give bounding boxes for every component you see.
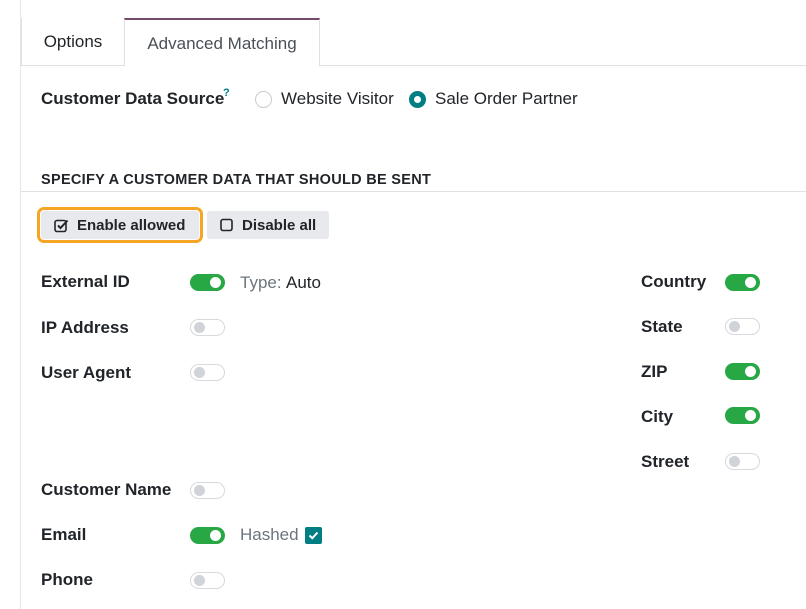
customer-name-label: Customer Name xyxy=(41,480,172,499)
help-tooltip-icon[interactable]: ? xyxy=(223,87,230,99)
section-divider xyxy=(21,191,806,192)
email-label: Email xyxy=(41,525,87,544)
tab-options[interactable]: Options xyxy=(21,18,124,66)
user-agent-toggle[interactable] xyxy=(190,364,225,381)
ip-address-label: IP Address xyxy=(41,318,129,337)
state-toggle[interactable] xyxy=(725,318,760,335)
disable-all-label: Disable all xyxy=(242,216,317,234)
external-id-type-value[interactable]: Auto xyxy=(286,273,321,293)
street-label: Street xyxy=(641,452,690,471)
content-left-border xyxy=(20,0,21,609)
radio-website-visitor[interactable] xyxy=(255,91,272,108)
customer-name-toggle[interactable] xyxy=(190,482,225,499)
phone-toggle[interactable] xyxy=(190,572,225,589)
disable-all-button[interactable]: Disable all xyxy=(207,211,329,239)
tab-advanced-matching[interactable]: Advanced Matching xyxy=(124,18,320,67)
radio-sale-order-partner[interactable] xyxy=(409,91,426,108)
email-toggle[interactable] xyxy=(190,527,225,544)
street-toggle[interactable] xyxy=(725,453,760,470)
email-hashed-label: Hashed xyxy=(240,525,299,544)
ip-address-toggle[interactable] xyxy=(190,319,225,336)
radio-website-visitor-label[interactable]: Website Visitor xyxy=(281,89,394,109)
radio-sale-order-partner-label[interactable]: Sale Order Partner xyxy=(435,89,578,109)
country-toggle[interactable] xyxy=(725,274,760,291)
enable-allowed-label: Enable allowed xyxy=(77,216,186,234)
checked-square-icon xyxy=(54,218,69,233)
zip-label: ZIP xyxy=(641,362,668,381)
zip-toggle[interactable] xyxy=(725,363,760,380)
empty-square-icon xyxy=(220,218,234,232)
user-agent-label: User Agent xyxy=(41,363,132,382)
country-label: Country xyxy=(641,272,707,291)
checkmark-icon xyxy=(308,531,319,540)
email-hashed-checkbox[interactable] xyxy=(305,527,322,544)
state-label: State xyxy=(641,317,683,336)
section-title: SPECIFY A CUSTOMER DATA THAT SHOULD BE S… xyxy=(41,172,432,188)
external-id-label: External ID xyxy=(41,272,130,291)
external-id-type-label: Type: xyxy=(240,273,282,292)
city-toggle[interactable] xyxy=(725,407,760,424)
customer-data-source-label: Customer Data Source xyxy=(41,89,225,108)
external-id-toggle[interactable] xyxy=(190,274,225,291)
phone-label: Phone xyxy=(41,570,93,589)
enable-allowed-button[interactable]: Enable allowed xyxy=(37,207,203,243)
city-label: City xyxy=(641,407,674,426)
